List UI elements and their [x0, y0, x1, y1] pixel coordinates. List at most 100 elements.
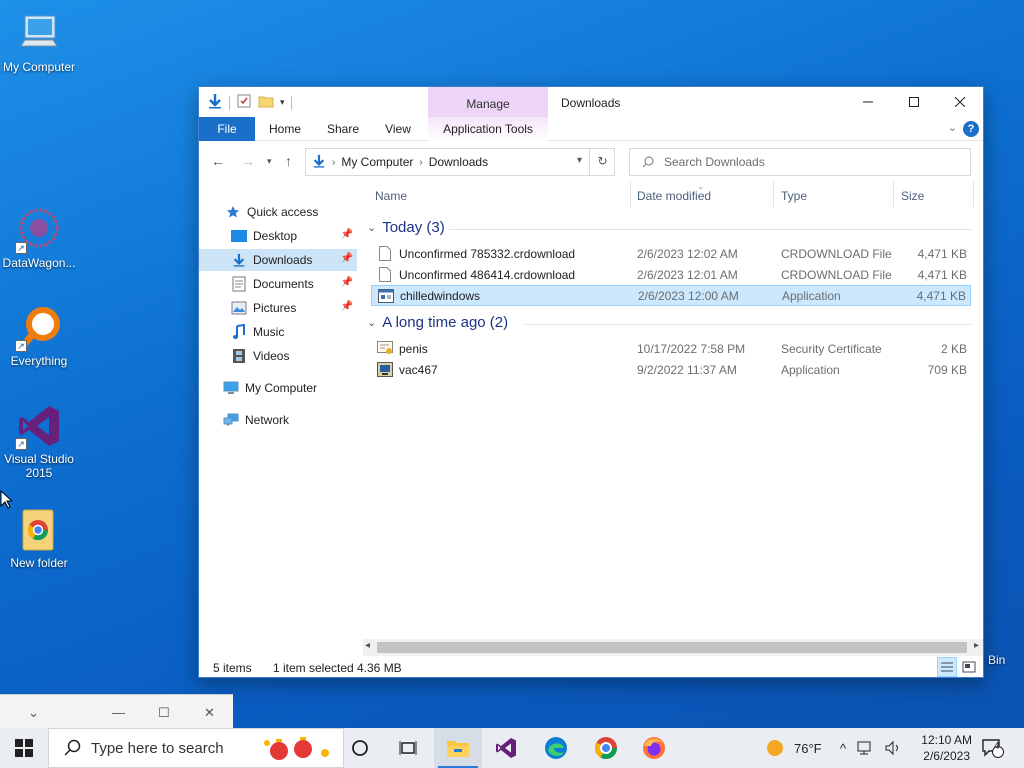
taskbar-edge[interactable]: [532, 728, 580, 768]
column-divider[interactable]: [973, 181, 974, 207]
nav-item-my-computer[interactable]: My Computer: [199, 377, 357, 399]
taskbar-file-explorer[interactable]: [434, 728, 482, 768]
column-divider[interactable]: [773, 181, 774, 207]
nav-item-network[interactable]: Network: [199, 409, 357, 431]
breadcrumb-downloads[interactable]: Downloads: [429, 155, 488, 169]
pin-icon[interactable]: 📌: [341, 301, 353, 312]
details-view-button[interactable]: [937, 657, 957, 677]
scroll-right-arrow-icon[interactable]: ▸: [974, 640, 979, 651]
recent-locations-chevron-icon[interactable]: ▾: [267, 156, 272, 167]
taskbar-search-input[interactable]: Type here to search: [91, 740, 224, 757]
chevron-down-icon[interactable]: ⌄: [28, 705, 39, 721]
maximize-icon[interactable]: ☐: [158, 705, 170, 721]
taskbar-search-box[interactable]: Type here to search: [48, 728, 344, 768]
file-date: 2/6/2023 12:00 AM: [638, 288, 739, 303]
tray-chevron-up-icon[interactable]: ^: [840, 741, 846, 756]
search-icon: [642, 156, 654, 168]
desktop-icon-visual-studio[interactable]: ↗ Visual Studio 2015: [0, 402, 78, 480]
new-folder-icon[interactable]: [258, 93, 274, 112]
horizontal-scrollbar[interactable]: ◂ ▸: [363, 639, 983, 656]
nav-item-quick-access[interactable]: Quick access: [199, 201, 357, 223]
back-arrow-icon[interactable]: ←: [211, 153, 225, 169]
start-button[interactable]: [0, 728, 48, 768]
file-row-selected[interactable]: chilledwindows 2/6/2023 12:00 AM Applica…: [371, 285, 971, 306]
search-input[interactable]: Search Downloads: [664, 155, 765, 169]
group-header-today[interactable]: ⌄ Today (3): [367, 219, 971, 236]
minimize-icon[interactable]: —: [112, 705, 125, 720]
manage-context-tab[interactable]: Manage: [428, 87, 548, 117]
tab-view[interactable]: View: [375, 117, 421, 141]
file-row[interactable]: penis 10/17/2022 7:58 PM Security Certif…: [371, 338, 971, 359]
search-box[interactable]: Search Downloads: [629, 148, 971, 176]
breadcrumb-chevron-icon[interactable]: ›: [419, 157, 422, 168]
breadcrumb-chevron-icon[interactable]: ›: [332, 157, 335, 168]
properties-icon[interactable]: [236, 93, 252, 112]
nav-item-desktop[interactable]: Desktop 📌: [199, 225, 357, 247]
nav-item-downloads[interactable]: Downloads 📌: [199, 249, 357, 271]
recycle-bin-label[interactable]: Bin: [988, 653, 1005, 667]
forward-arrow-icon[interactable]: →: [241, 153, 255, 169]
task-view-cortana-button[interactable]: [336, 728, 384, 768]
file-date: 2/6/2023 12:02 AM: [637, 246, 738, 261]
refresh-button[interactable]: ↻: [589, 148, 615, 176]
address-bar[interactable]: › My Computer › Downloads ▾: [305, 148, 615, 176]
pin-icon[interactable]: 📌: [341, 229, 353, 240]
file-type: Application: [781, 362, 840, 377]
column-divider[interactable]: [630, 181, 631, 207]
minimize-button[interactable]: [845, 87, 891, 117]
desktop-icon-everything[interactable]: ↗ Everything: [0, 304, 78, 368]
nav-item-videos[interactable]: Videos: [199, 345, 357, 367]
file-name: Unconfirmed 486414.crdownload: [399, 267, 576, 282]
toolbar-divider: [290, 95, 292, 110]
tab-application-tools[interactable]: Application Tools: [428, 117, 548, 141]
address-dropdown-icon[interactable]: ▾: [577, 155, 582, 166]
file-row[interactable]: vac467 9/2/2022 11:37 AM Application 709…: [371, 359, 971, 380]
nav-item-pictures[interactable]: Pictures 📌: [199, 297, 357, 319]
volume-icon[interactable]: [884, 740, 902, 756]
close-icon[interactable]: ✕: [204, 705, 215, 721]
network-icon[interactable]: [856, 740, 874, 756]
tab-home[interactable]: Home: [259, 117, 311, 141]
large-icons-view-button[interactable]: [959, 657, 979, 677]
taskbar-visual-studio[interactable]: [482, 728, 530, 768]
nav-item-label: Desktop: [253, 229, 298, 243]
desktop-icon-new-folder[interactable]: New folder: [0, 506, 78, 570]
tab-share[interactable]: Share: [317, 117, 369, 141]
file-row[interactable]: Unconfirmed 785332.crdownload 2/6/2023 1…: [371, 243, 971, 264]
visual-studio-icon: [496, 738, 516, 758]
nav-item-music[interactable]: Music: [199, 321, 357, 343]
column-divider[interactable]: [893, 181, 894, 207]
column-header-size[interactable]: Size: [901, 189, 924, 203]
clock[interactable]: 12:10 AM 2/6/2023: [921, 732, 972, 764]
column-header-name[interactable]: Name: [375, 189, 407, 203]
notification-center-button[interactable]: 4: [982, 728, 1004, 768]
taskbar-chrome[interactable]: [582, 728, 630, 768]
scroll-left-arrow-icon[interactable]: ◂: [365, 640, 370, 651]
help-icon[interactable]: ?: [963, 121, 979, 137]
task-view-button[interactable]: [384, 728, 432, 768]
desktop-icon-datawagon[interactable]: ↗ DataWagon...: [0, 206, 78, 270]
weather-widget[interactable]: 76°F: [766, 728, 822, 768]
customize-toolbar-dropdown-icon[interactable]: ▾: [280, 97, 285, 108]
expand-ribbon-chevron-icon[interactable]: ⌄: [948, 121, 957, 134]
close-button[interactable]: [937, 87, 983, 117]
scrollbar-thumb[interactable]: [377, 642, 967, 653]
pin-icon[interactable]: 📌: [341, 253, 353, 264]
file-type: Security Certificate: [781, 341, 882, 356]
collapse-chevron-icon[interactable]: ⌄: [367, 316, 376, 329]
breadcrumb-my-computer[interactable]: My Computer: [341, 155, 413, 169]
file-row[interactable]: Unconfirmed 486414.crdownload 2/6/2023 1…: [371, 264, 971, 285]
nav-item-label: Videos: [253, 349, 290, 363]
desktop-icon-my-computer[interactable]: My Computer: [0, 10, 78, 74]
group-header-a-long-time-ago[interactable]: ⌄ A long time ago (2): [367, 314, 971, 331]
collapse-chevron-icon[interactable]: ⌄: [367, 221, 376, 234]
column-header-type[interactable]: Type: [781, 189, 807, 203]
nav-item-documents[interactable]: Documents 📌: [199, 273, 357, 295]
maximize-button[interactable]: [891, 87, 937, 117]
file-explorer-window: ▾ Manage Downloads File Home Share View …: [198, 86, 984, 678]
tab-file[interactable]: File: [199, 117, 255, 141]
taskbar-firefox[interactable]: [630, 728, 678, 768]
pin-icon[interactable]: 📌: [341, 277, 353, 288]
group-label: A long time ago (2): [382, 314, 509, 331]
up-arrow-icon[interactable]: ↑: [285, 153, 292, 169]
